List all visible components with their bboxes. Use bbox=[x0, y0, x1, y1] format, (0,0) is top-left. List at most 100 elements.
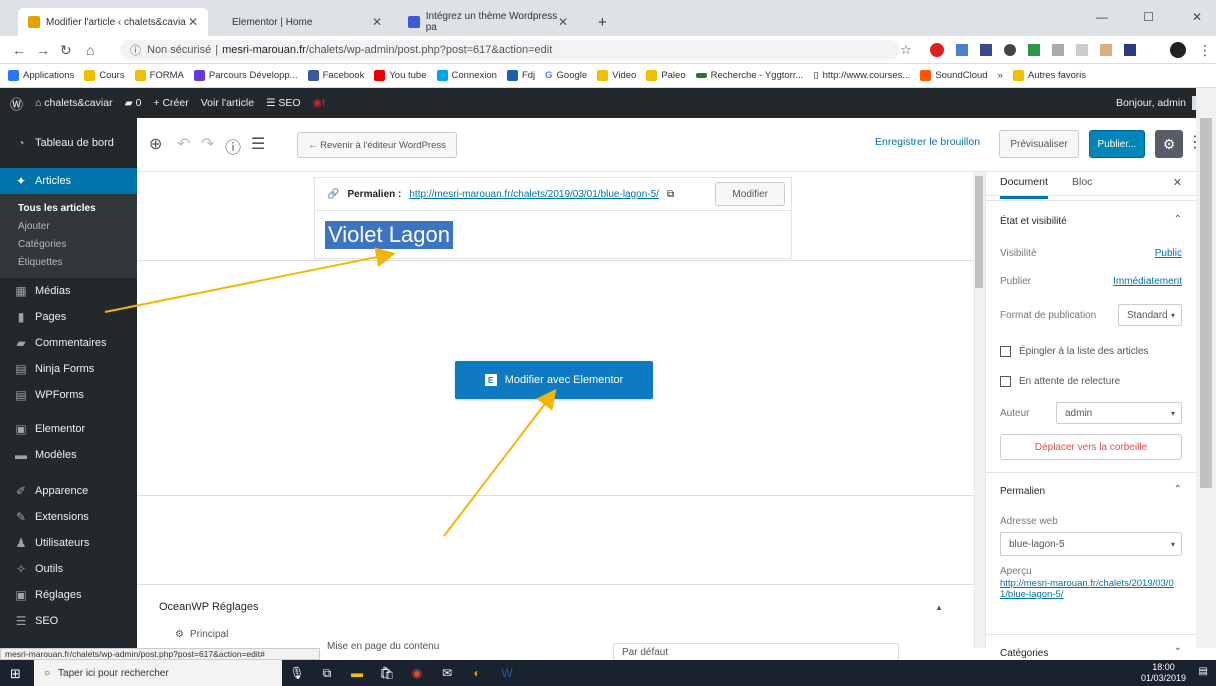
redo-icon[interactable]: ↷ bbox=[201, 134, 214, 154]
oceanwp-tab-principal[interactable]: ⚙ Principal bbox=[175, 629, 228, 640]
extension-icon[interactable] bbox=[1076, 44, 1088, 56]
bookmark-item[interactable]: ▯ http://www.courses... bbox=[813, 70, 910, 81]
chevron-up-icon[interactable]: ⌃ bbox=[1174, 484, 1182, 495]
menu-kebab-icon[interactable]: ⋮ bbox=[1198, 42, 1212, 59]
preview-button[interactable]: Prévisualiser bbox=[999, 130, 1079, 158]
title-field[interactable]: Violet Lagon bbox=[314, 211, 792, 259]
external-link-icon[interactable]: ⧉ bbox=[667, 189, 674, 200]
reload-icon[interactable]: ↻ bbox=[60, 42, 72, 59]
tab-document[interactable]: Document bbox=[1000, 176, 1048, 199]
sidebar-item-extensions[interactable]: ✎ Extensions bbox=[0, 504, 137, 530]
submenu-all-articles[interactable]: Tous les articles bbox=[0, 200, 137, 218]
system-clock[interactable]: 18:00 01/03/2019 bbox=[1141, 662, 1186, 684]
account-menu[interactable]: Bonjour, admin bbox=[1116, 96, 1206, 110]
settings-gear-icon[interactable]: ⚙ bbox=[1155, 130, 1183, 158]
info-icon[interactable]: ⓘ bbox=[130, 42, 141, 58]
close-window-icon[interactable]: ✕ bbox=[1192, 10, 1202, 24]
visibility-link[interactable]: Public bbox=[1155, 248, 1182, 259]
sidebar-item-templates[interactable]: ▬ Modèles bbox=[0, 442, 137, 468]
store-icon[interactable]: 🛍 bbox=[372, 660, 402, 686]
close-icon[interactable]: ✕ bbox=[188, 15, 198, 29]
status-visibility-heading[interactable]: État et visibilité bbox=[1000, 216, 1067, 227]
permalink-url[interactable]: http://mesri-marouan.fr/chalets/2019/03/… bbox=[409, 189, 659, 200]
sidebar-item-dashboard[interactable]: ◔ Tableau de bord bbox=[0, 118, 137, 168]
sidebar-item-comments[interactable]: ▰ Commentaires bbox=[0, 330, 137, 356]
seo-link[interactable]: ☰ SEO bbox=[266, 97, 301, 109]
sticky-checkbox[interactable]: Épingler à la liste des articles bbox=[1000, 346, 1149, 357]
star-icon[interactable]: ☆ bbox=[900, 42, 912, 58]
bookmark-item[interactable]: Cours bbox=[84, 70, 125, 81]
page-scrollbar[interactable] bbox=[1196, 88, 1216, 648]
blender-icon[interactable]: ◐ bbox=[462, 660, 492, 686]
bookmark-item[interactable]: You tube bbox=[374, 70, 427, 81]
bookmark-item[interactable]: Video bbox=[597, 70, 636, 81]
permalink-heading[interactable]: Permalien bbox=[1000, 486, 1045, 497]
word-icon[interactable]: W bbox=[492, 660, 522, 686]
windows-start-icon[interactable]: ⊞ bbox=[10, 666, 21, 682]
edit-permalink-button[interactable]: Modifier bbox=[715, 182, 785, 206]
save-draft-button[interactable]: Enregistrer le brouillon bbox=[875, 136, 980, 148]
format-select[interactable]: Standard bbox=[1118, 304, 1182, 326]
minimize-icon[interactable]: — bbox=[1096, 10, 1108, 24]
microphone-icon[interactable]: 🎙 bbox=[282, 660, 312, 686]
comments-link[interactable]: ▰ 0 bbox=[125, 97, 142, 109]
edit-with-elementor-button[interactable]: E Modifier avec Elementor bbox=[455, 361, 653, 399]
back-arrow-icon[interactable]: ← bbox=[12, 42, 26, 58]
chrome-icon[interactable]: ◉ bbox=[402, 660, 432, 686]
extension-icon[interactable] bbox=[1004, 44, 1016, 56]
tab-block[interactable]: Bloc bbox=[1072, 176, 1092, 188]
bookmark-item[interactable]: G Google bbox=[545, 70, 587, 81]
add-block-icon[interactable]: ⊕ bbox=[149, 134, 162, 154]
wordpress-logo-icon[interactable]: Ⓦ bbox=[10, 94, 23, 113]
info-icon[interactable]: ⓘ bbox=[225, 134, 241, 158]
publish-date-link[interactable]: Immédiatement bbox=[1113, 276, 1182, 287]
undo-icon[interactable]: ↶ bbox=[177, 134, 190, 154]
back-to-wp-editor-button[interactable]: ← Revenir à l'éditeur WordPress bbox=[297, 132, 457, 158]
bookmark-item[interactable]: Autres favoris bbox=[1012, 70, 1086, 81]
chevron-up-icon[interactable]: ⌃ bbox=[1174, 214, 1182, 225]
new-tab-button[interactable]: + bbox=[588, 8, 617, 36]
close-icon[interactable]: ✕ bbox=[558, 15, 568, 29]
tab-elementor-home[interactable]: Elementor | Home ✕ bbox=[222, 8, 392, 36]
submenu-tags[interactable]: Étiquettes bbox=[0, 254, 137, 272]
slug-input[interactable]: blue-lagon-5 bbox=[1000, 532, 1182, 556]
content-scrollbar[interactable] bbox=[973, 172, 985, 648]
sidebar-item-elementor[interactable]: ▣ Elementor bbox=[0, 416, 137, 442]
publish-button[interactable]: Publier... bbox=[1089, 130, 1145, 158]
bookmark-item[interactable]: Parcours Développ... bbox=[193, 70, 298, 81]
bookmark-item[interactable]: Fdj bbox=[506, 70, 535, 81]
view-post-link[interactable]: Voir l'article bbox=[201, 97, 254, 109]
notifications-icon[interactable]: ▤ bbox=[1199, 666, 1208, 677]
taskbar-search-input[interactable]: ○ Taper ici pour rechercher bbox=[34, 660, 282, 686]
bookmark-item[interactable]: Applications bbox=[8, 70, 74, 81]
extension-icon[interactable] bbox=[1052, 44, 1064, 56]
tab-modifier-article[interactable]: Modifier l'article ‹ chalets&cavia ✕ bbox=[18, 8, 208, 36]
sidebar-item-tools[interactable]: ✧ Outils bbox=[0, 556, 137, 582]
close-icon[interactable]: ✕ bbox=[372, 15, 382, 29]
seo-alert-icon[interactable]: ◉! bbox=[313, 97, 326, 109]
forward-arrow-icon[interactable]: → bbox=[36, 42, 50, 58]
outline-icon[interactable]: ☰ bbox=[251, 134, 265, 154]
task-view-icon[interactable]: ⧉ bbox=[312, 660, 342, 686]
url-field[interactable]: ⓘ Non sécurisé | mesri-marouan.fr /chale… bbox=[120, 40, 900, 60]
pending-review-checkbox[interactable]: En attente de relecture bbox=[1000, 376, 1120, 387]
sidebar-item-seo[interactable]: ☰ SEO bbox=[0, 608, 137, 634]
bookmark-item[interactable]: Paleo bbox=[646, 70, 686, 81]
submenu-categories[interactable]: Catégories bbox=[0, 236, 137, 254]
collapse-arrow-icon[interactable]: ▲ bbox=[935, 603, 943, 612]
sidebar-item-appearance[interactable]: ✐ Apparence bbox=[0, 478, 137, 504]
create-link[interactable]: + Créer bbox=[153, 97, 188, 109]
extension-icon[interactable] bbox=[1124, 44, 1136, 56]
bookmark-item[interactable]: SoundCloud bbox=[920, 70, 988, 81]
extension-icon[interactable] bbox=[980, 44, 992, 56]
tab-integrez-theme[interactable]: Intégrez un thème Wordpress pa ✕ bbox=[398, 8, 578, 36]
extension-icon[interactable] bbox=[956, 44, 968, 56]
profile-avatar[interactable] bbox=[1170, 42, 1186, 58]
extension-icon[interactable] bbox=[1100, 44, 1112, 56]
sidebar-item-pages[interactable]: ▮ Pages bbox=[0, 304, 137, 330]
sidebar-item-media[interactable]: ▦ Médias bbox=[0, 278, 137, 304]
sidebar-item-ninja-forms[interactable]: ▤ Ninja Forms bbox=[0, 356, 137, 382]
bookmark-item[interactable]: Facebook bbox=[307, 70, 364, 81]
bookmark-item[interactable]: Recherche - Yggtorr... bbox=[695, 70, 803, 81]
submenu-add[interactable]: Ajouter bbox=[0, 218, 137, 236]
